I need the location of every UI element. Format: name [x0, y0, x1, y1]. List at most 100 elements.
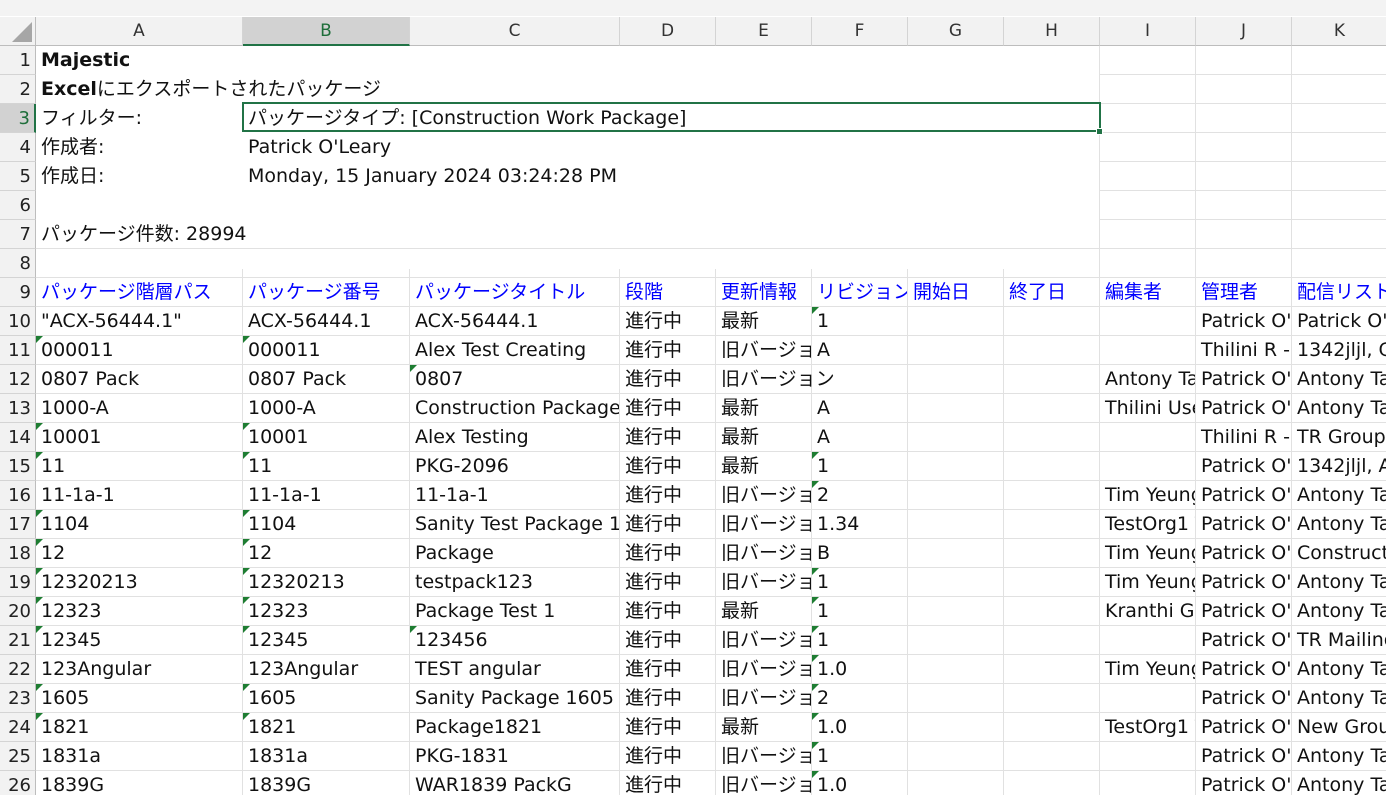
table-cell[interactable]: WAR1839 PackG: [410, 771, 619, 795]
table-cell[interactable]: [1100, 742, 1195, 770]
table-cell[interactable]: Antony Taylor: [1292, 597, 1386, 625]
table-cell[interactable]: A: [812, 423, 907, 451]
table-cell[interactable]: Alex Testing: [410, 423, 619, 451]
column-header-g[interactable]: G: [908, 17, 1004, 46]
column-header-b[interactable]: B: [243, 17, 410, 46]
table-header-cell[interactable]: リビジョン: [812, 278, 907, 306]
table-cell[interactable]: 1605: [243, 684, 409, 712]
table-cell[interactable]: Sanity Package 1605: [410, 684, 619, 712]
table-cell[interactable]: Antony Taylor: [1292, 742, 1386, 770]
table-cell[interactable]: 最新: [716, 394, 811, 422]
table-cell[interactable]: [908, 684, 1003, 712]
table-cell[interactable]: Kranthi Gupta: [1100, 597, 1195, 625]
table-cell[interactable]: Construction: [1292, 539, 1386, 567]
table-cell[interactable]: 最新: [716, 452, 811, 480]
table-cell[interactable]: [908, 452, 1003, 480]
table-header-cell[interactable]: パッケージ番号: [243, 278, 409, 306]
table-cell[interactable]: Patrick O'Leary: [1196, 510, 1291, 538]
table-header-cell[interactable]: 終了日: [1004, 278, 1099, 306]
table-cell[interactable]: 2: [812, 481, 907, 509]
row-header-26[interactable]: 26: [0, 771, 36, 795]
table-cell[interactable]: Antony Taylor: [1292, 365, 1386, 393]
row-header-18[interactable]: 18: [0, 539, 36, 568]
table-cell[interactable]: [908, 626, 1003, 654]
spreadsheet-grid[interactable]: A B C D E F G H I J K 1 2 3 4 5 6 7 8 9 10 11 12 13 14 15 16 17 18 19…: [0, 0, 1386, 795]
table-cell[interactable]: 1605: [36, 684, 242, 712]
table-cell[interactable]: 1839G: [243, 771, 409, 795]
table-cell[interactable]: Patrick O'Leary: [1196, 481, 1291, 509]
table-cell[interactable]: [1004, 365, 1099, 393]
table-cell[interactable]: 12345: [36, 626, 242, 654]
table-cell[interactable]: Thilini User: [1100, 394, 1195, 422]
table-cell[interactable]: [1004, 597, 1099, 625]
table-cell[interactable]: 0807 Pack: [36, 365, 242, 393]
table-cell[interactable]: [908, 307, 1003, 335]
table-cell[interactable]: TestOrg1 TestUser: [1100, 510, 1195, 538]
table-cell[interactable]: 0807: [410, 365, 619, 393]
table-cell[interactable]: Thilini R - Manager: [1196, 336, 1291, 364]
column-header-c[interactable]: C: [410, 17, 620, 46]
table-cell[interactable]: 進行中: [620, 597, 715, 625]
table-header-cell[interactable]: 編集者: [1100, 278, 1195, 306]
table-cell[interactable]: 進行中: [620, 481, 715, 509]
row-header-11[interactable]: 11: [0, 336, 36, 365]
table-cell[interactable]: Patrick O'Leary: [1196, 365, 1291, 393]
table-cell[interactable]: 12320213: [36, 568, 242, 596]
table-cell[interactable]: 最新: [716, 307, 811, 335]
table-cell[interactable]: 進行中: [620, 539, 715, 567]
table-cell[interactable]: [908, 336, 1003, 364]
row-header-17[interactable]: 17: [0, 510, 36, 539]
table-cell[interactable]: [1100, 771, 1195, 795]
table-cell[interactable]: [908, 771, 1003, 795]
table-cell[interactable]: [1004, 510, 1099, 538]
table-cell[interactable]: [1004, 481, 1099, 509]
table-cell[interactable]: Antony Taylor: [1292, 655, 1386, 683]
row-header-23[interactable]: 23: [0, 684, 36, 713]
table-cell[interactable]: Package: [410, 539, 619, 567]
table-cell[interactable]: 123Angular: [243, 655, 409, 683]
table-cell[interactable]: [908, 742, 1003, 770]
row-header-13[interactable]: 13: [0, 394, 36, 423]
table-cell[interactable]: 進行中: [620, 568, 715, 596]
row-header-8[interactable]: 8: [0, 249, 36, 278]
table-cell[interactable]: 10001: [243, 423, 409, 451]
table-cell[interactable]: 123Angular: [36, 655, 242, 683]
table-cell[interactable]: Patrick O'Leary: [1292, 307, 1386, 335]
table-cell[interactable]: 000011: [243, 336, 409, 364]
table-cell[interactable]: 進行中: [620, 307, 715, 335]
table-cell[interactable]: [812, 365, 907, 393]
table-cell[interactable]: ACX-56444.1: [410, 307, 619, 335]
table-cell[interactable]: Antony Taylor: [1292, 510, 1386, 538]
table-cell[interactable]: [1004, 394, 1099, 422]
table-header-cell[interactable]: 段階: [620, 278, 715, 306]
author-label[interactable]: 作成者:: [36, 133, 242, 161]
table-cell[interactable]: [908, 539, 1003, 567]
table-cell[interactable]: 11-1a-1: [36, 481, 242, 509]
column-header-j[interactable]: J: [1196, 17, 1292, 46]
table-cell[interactable]: 進行中: [620, 771, 715, 795]
table-cell[interactable]: [1100, 684, 1195, 712]
table-cell[interactable]: TR Group: [1292, 423, 1386, 451]
table-cell[interactable]: Tim Yeung: [1100, 539, 1195, 567]
table-cell[interactable]: 1831a: [243, 742, 409, 770]
table-cell[interactable]: 11: [243, 452, 409, 480]
row-header-7[interactable]: 7: [0, 220, 36, 249]
table-cell[interactable]: A: [812, 336, 907, 364]
table-cell[interactable]: [1004, 539, 1099, 567]
table-cell[interactable]: Package1821: [410, 713, 619, 741]
fill-handle[interactable]: [1096, 128, 1103, 135]
table-cell[interactable]: [1004, 336, 1099, 364]
column-header-k[interactable]: K: [1292, 17, 1386, 46]
table-cell[interactable]: Patrick O'Leary: [1196, 307, 1291, 335]
table-cell[interactable]: testpack123: [410, 568, 619, 596]
table-cell[interactable]: 進行中: [620, 510, 715, 538]
row-header-2[interactable]: 2: [0, 75, 36, 104]
table-cell[interactable]: 進行中: [620, 452, 715, 480]
row-header-1[interactable]: 1: [0, 46, 36, 75]
row-header-20[interactable]: 20: [0, 597, 36, 626]
table-cell[interactable]: 1000-A: [243, 394, 409, 422]
table-cell[interactable]: [1100, 336, 1195, 364]
table-cell[interactable]: Patrick O'Leary: [1196, 684, 1291, 712]
column-header-h[interactable]: H: [1004, 17, 1100, 46]
row-header-4[interactable]: 4: [0, 133, 36, 162]
